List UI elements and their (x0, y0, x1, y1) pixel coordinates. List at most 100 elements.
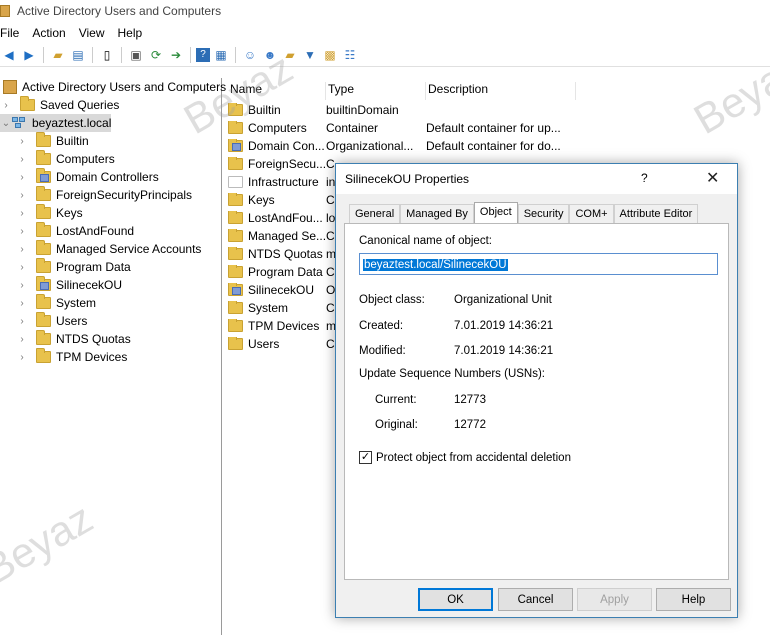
chevron-right-icon[interactable]: › (16, 136, 28, 147)
checkmark-icon[interactable]: ✓ (359, 451, 372, 464)
object-tab-panel: Canonical name of object: beyaztest.loca… (344, 223, 729, 580)
cancel-button[interactable]: Cancel (498, 588, 573, 611)
console-icon[interactable]: ▦ (212, 46, 230, 64)
tree-item[interactable]: › NTDS Quotas (16, 330, 131, 348)
usn-current-value: 12773 (454, 394, 486, 406)
canonical-name-value[interactable]: beyaztest.local/SilinecekOU (363, 259, 508, 271)
help-icon[interactable]: ? (196, 47, 210, 62)
tree-item[interactable]: › System (16, 294, 96, 312)
up-folder-icon[interactable]: ▰ (49, 46, 67, 64)
tree-item-label: Managed Service Accounts (56, 242, 202, 256)
menu-action[interactable]: Action (32, 26, 72, 40)
column-header-name[interactable]: Name (228, 82, 326, 100)
list-item[interactable]: Computers Container Default container for … (228, 119, 576, 137)
list-item[interactable]: Builtin builtinDomain (228, 101, 576, 119)
export-list-icon[interactable]: ➔ (167, 46, 185, 64)
toolbar-separator (43, 46, 44, 63)
list-item-name: ForeignSecu... (228, 157, 326, 171)
tree-item-domain[interactable]: ⌄ beyaztest.local (0, 114, 112, 132)
chevron-right-icon[interactable]: › (16, 172, 28, 183)
tree-root[interactable]: Active Directory Users and Computers (0, 78, 226, 96)
tree-item[interactable]: › LostAndFound (16, 222, 134, 240)
list-item-type: Container (326, 121, 379, 135)
close-icon[interactable]: ✕ (706, 168, 719, 188)
new-ou-icon[interactable]: ▰ (281, 46, 299, 64)
tree-item[interactable]: › Users (16, 312, 87, 330)
chevron-right-icon[interactable]: › (16, 262, 28, 273)
canonical-name-field[interactable]: beyaztest.local/SilinecekOU (359, 253, 718, 275)
tab-com-plus[interactable]: COM+ (569, 204, 614, 223)
chevron-right-icon[interactable]: › (0, 100, 12, 111)
chevron-right-icon[interactable]: › (16, 316, 28, 327)
object-icon (228, 176, 243, 188)
navigation-tree: Active Directory Users and Computers › S… (0, 78, 226, 635)
tab-security[interactable]: Security (517, 204, 570, 223)
usn-label: Update Sequence Numbers (USNs): (359, 368, 545, 380)
list-item[interactable]: Domain Con... Organizational... Default co… (228, 137, 576, 155)
help-question-icon[interactable]: ? (641, 171, 648, 185)
chevron-right-icon[interactable]: › (16, 298, 28, 309)
tab-object[interactable]: Object (473, 202, 518, 223)
list-item-name-text: Computers (248, 121, 307, 135)
add-to-group-icon[interactable]: ▩ (321, 46, 339, 64)
tree-item[interactable]: › Program Data (16, 258, 131, 276)
tab-general[interactable]: General (349, 204, 401, 223)
ou-icon (228, 283, 243, 296)
tree-item[interactable]: › TPM Devices (16, 348, 127, 366)
chevron-right-icon[interactable]: › (16, 154, 28, 165)
tab-managed-by[interactable]: Managed By (400, 204, 474, 223)
list-item-description: Default container for up... (426, 121, 561, 135)
chevron-right-icon[interactable]: › (16, 190, 28, 201)
chevron-right-icon[interactable]: › (16, 334, 28, 345)
filter-icon[interactable]: ▼ (301, 46, 319, 64)
folder-icon (228, 103, 243, 116)
list-item-name-text: NTDS Quotas (248, 247, 323, 261)
tree-item[interactable]: › Domain Controllers (16, 168, 159, 186)
tree-item-label: Builtin (56, 134, 89, 148)
column-header-type[interactable]: Type (326, 82, 426, 100)
list-item-type: Organizational... (326, 139, 414, 153)
chevron-right-icon[interactable]: › (16, 280, 28, 291)
properties-icon[interactable]: ▣ (127, 46, 145, 64)
chevron-right-icon[interactable]: › (16, 208, 28, 219)
new-group-icon[interactable]: ☻ (261, 46, 279, 64)
menu-view[interactable]: View (79, 26, 112, 40)
list-item-name: Infrastructure (228, 175, 326, 189)
ok-button[interactable]: OK (418, 588, 493, 611)
delegate-icon[interactable]: ☷ (341, 46, 359, 64)
chevron-right-icon[interactable]: › (16, 226, 28, 237)
menu-help[interactable]: Help (118, 26, 150, 40)
tree-root-label: Active Directory Users and Computers (22, 80, 227, 94)
tree-item[interactable]: › ForeignSecurityPrincipals (16, 186, 192, 204)
new-user-icon[interactable]: ☺ (241, 46, 259, 64)
refresh-icon[interactable]: ⟳ (147, 46, 165, 64)
tree-item[interactable]: › Builtin (16, 132, 89, 150)
folder-icon (228, 337, 243, 350)
back-arrow-icon[interactable]: ◀ (0, 46, 18, 64)
apply-button[interactable]: Apply (577, 588, 652, 611)
tree-item[interactable]: › SilinecekOU (16, 276, 122, 294)
tree-item-label: Computers (56, 152, 115, 166)
show-tree-icon[interactable]: ▤ (69, 46, 87, 64)
copy-icon[interactable]: ▯ (98, 46, 116, 64)
column-header-description[interactable]: Description (426, 82, 576, 100)
tree-item[interactable]: › Managed Service Accounts (16, 240, 201, 258)
tree-item[interactable]: › Computers (16, 150, 115, 168)
menu-file[interactable]: File (0, 26, 26, 40)
forward-arrow-icon[interactable]: ▶ (20, 46, 38, 64)
chevron-right-icon[interactable]: › (16, 244, 28, 255)
list-item-name-text: TPM Devices (248, 319, 320, 333)
help-button[interactable]: Help (656, 588, 731, 611)
tab-attribute-editor[interactable]: Attribute Editor (613, 204, 699, 223)
tree-item-label: beyaztest.local (32, 116, 112, 130)
list-item-name-text: SilinecekOU (248, 283, 315, 297)
tree-item-saved-queries[interactable]: › Saved Queries (0, 96, 119, 114)
tree-item-label: TPM Devices (56, 350, 128, 364)
chevron-down-icon[interactable]: ⌄ (0, 118, 12, 129)
dialog-title: SilinecekOU Properties (345, 172, 470, 186)
protect-deletion-checkbox[interactable]: ✓ Protect object from accidental deletio… (359, 451, 571, 464)
tree-item-label: NTDS Quotas (56, 332, 131, 346)
list-item-name-text: LostAndFou... (248, 211, 323, 225)
tree-item[interactable]: › Keys (16, 204, 83, 222)
chevron-right-icon[interactable]: › (16, 352, 28, 363)
